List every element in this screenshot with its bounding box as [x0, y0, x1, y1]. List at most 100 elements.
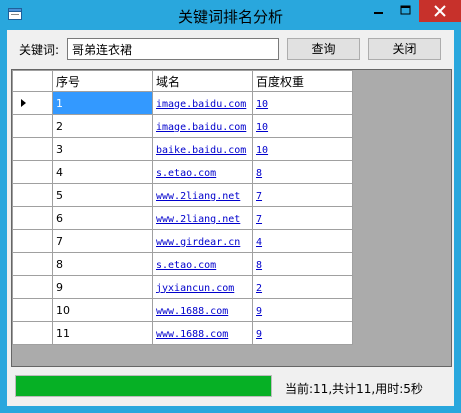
row-header[interactable]	[12, 298, 53, 322]
status-text: 当前:11,共计11,用时:5秒	[285, 382, 423, 396]
cell-weight: 9	[252, 321, 353, 345]
table-row[interactable]: 10 www.1688.com 9	[12, 298, 353, 322]
cell-index[interactable]: 7	[52, 229, 153, 253]
row-header[interactable]	[12, 275, 53, 299]
cell-weight: 8	[252, 160, 353, 184]
title-bar[interactable]: 关键词排名分析	[0, 0, 461, 30]
cell-domain: www.2liang.net	[152, 183, 253, 207]
cell-domain: www.1688.com	[152, 298, 253, 322]
weight-link[interactable]: 10	[256, 122, 268, 133]
cell-weight: 7	[252, 183, 353, 207]
minimize-icon	[374, 12, 383, 14]
cell-index[interactable]: 3	[52, 137, 153, 161]
close-window-button[interactable]	[419, 0, 461, 22]
cell-index[interactable]: 5	[52, 183, 153, 207]
domain-link[interactable]: baike.baidu.com	[156, 145, 246, 156]
current-row-arrow-icon	[21, 99, 26, 107]
progress-fill	[16, 376, 271, 396]
row-header[interactable]	[12, 229, 53, 253]
weight-link[interactable]: 9	[256, 329, 262, 340]
cell-index[interactable]: 4	[52, 160, 153, 184]
column-header-weight[interactable]: 百度权重	[252, 70, 353, 92]
domain-link[interactable]: s.etao.com	[156, 260, 216, 271]
progress-bar	[15, 375, 272, 397]
cell-domain: baike.baidu.com	[152, 137, 253, 161]
weight-link[interactable]: 8	[256, 168, 262, 179]
cell-index[interactable]: 2	[52, 114, 153, 138]
column-header-domain[interactable]: 域名	[152, 70, 253, 92]
cell-weight: 10	[252, 91, 353, 115]
table-row[interactable]: 9 jyxiancun.com 2	[12, 275, 353, 299]
row-header[interactable]	[12, 252, 53, 276]
table-row[interactable]: 5 www.2liang.net 7	[12, 183, 353, 207]
row-header[interactable]	[12, 206, 53, 230]
cell-domain: jyxiancun.com	[152, 275, 253, 299]
table-row[interactable]: 7 www.girdear.cn 4	[12, 229, 353, 253]
domain-link[interactable]: s.etao.com	[156, 168, 216, 179]
minimize-button[interactable]	[365, 0, 392, 22]
maximize-icon	[400, 5, 411, 15]
cell-weight: 9	[252, 298, 353, 322]
cell-weight: 10	[252, 114, 353, 138]
weight-link[interactable]: 2	[256, 283, 262, 294]
table-row[interactable]: 1 image.baidu.com 10	[12, 91, 353, 115]
weight-link[interactable]: 7	[256, 214, 262, 225]
cell-weight: 10	[252, 137, 353, 161]
weight-link[interactable]: 10	[256, 99, 268, 110]
client-area: 关键词: 查询 关闭 序号 域名 百度权重 1image.baidu.com 10…	[7, 30, 454, 406]
cell-domain: image.baidu.com	[152, 91, 253, 115]
row-header[interactable]	[12, 114, 53, 138]
domain-link[interactable]: www.girdear.cn	[156, 237, 240, 248]
cell-domain: s.etao.com	[152, 252, 253, 276]
cell-index[interactable]: 9	[52, 275, 153, 299]
cell-weight: 8	[252, 252, 353, 276]
weight-link[interactable]: 7	[256, 191, 262, 202]
table-row[interactable]: 3 baike.baidu.com 10	[12, 137, 353, 161]
row-header[interactable]	[12, 137, 53, 161]
table-row[interactable]: 6 www.2liang.net 7	[12, 206, 353, 230]
domain-link[interactable]: image.baidu.com	[156, 99, 246, 110]
domain-link[interactable]: jyxiancun.com	[156, 283, 234, 294]
close-button[interactable]: 关闭	[368, 38, 441, 60]
column-header-index[interactable]: 序号	[52, 70, 153, 92]
cell-domain: www.2liang.net	[152, 206, 253, 230]
cell-domain: www.1688.com	[152, 321, 253, 345]
keyword-label: 关键词:	[19, 43, 60, 57]
weight-link[interactable]: 8	[256, 260, 262, 271]
row-header-corner[interactable]	[12, 70, 53, 92]
weight-link[interactable]: 4	[256, 237, 262, 248]
domain-link[interactable]: www.1688.com	[156, 306, 228, 317]
cell-weight: 7	[252, 206, 353, 230]
search-button[interactable]: 查询	[287, 38, 360, 60]
results-table: 序号 域名 百度权重 1 image.baidu.com 10 2 image.baid…	[12, 70, 353, 345]
row-header[interactable]	[12, 91, 53, 115]
cell-domain: www.girdear.cn	[152, 229, 253, 253]
row-header[interactable]	[12, 160, 53, 184]
table-row[interactable]: 8 s.etao.com 8	[12, 252, 353, 276]
domain-link[interactable]: www.2liang.net	[156, 214, 240, 225]
table-row[interactable]: 11 www.1688.com 9	[12, 321, 353, 345]
cell-index[interactable]: 6	[52, 206, 153, 230]
cell-index[interactable]: 11	[52, 321, 153, 345]
domain-link[interactable]: www.2liang.net	[156, 191, 240, 202]
domain-link[interactable]: www.1688.com	[156, 329, 228, 340]
cell-index[interactable]: 8	[52, 252, 153, 276]
weight-link[interactable]: 10	[256, 145, 268, 156]
app-window: 关键词排名分析 关键词: 查询 关闭	[0, 0, 461, 413]
cell-weight: 2	[252, 275, 353, 299]
domain-link[interactable]: image.baidu.com	[156, 122, 246, 133]
results-grid[interactable]: 序号 域名 百度权重 1 image.baidu.com 10 2 image.baid…	[11, 69, 452, 367]
row-header[interactable]	[12, 183, 53, 207]
cell-domain: s.etao.com	[152, 160, 253, 184]
close-icon	[434, 5, 446, 17]
keyword-input[interactable]	[67, 38, 279, 60]
cell-domain: image.baidu.com	[152, 114, 253, 138]
row-header[interactable]	[12, 321, 53, 345]
weight-link[interactable]: 9	[256, 306, 262, 317]
table-row[interactable]: 2 image.baidu.com 10	[12, 114, 353, 138]
cell-index[interactable]: 10	[52, 298, 153, 322]
maximize-button[interactable]	[392, 0, 419, 22]
cell-index[interactable]: 1	[52, 91, 153, 115]
table-row[interactable]: 4 s.etao.com 8	[12, 160, 353, 184]
cell-weight: 4	[252, 229, 353, 253]
